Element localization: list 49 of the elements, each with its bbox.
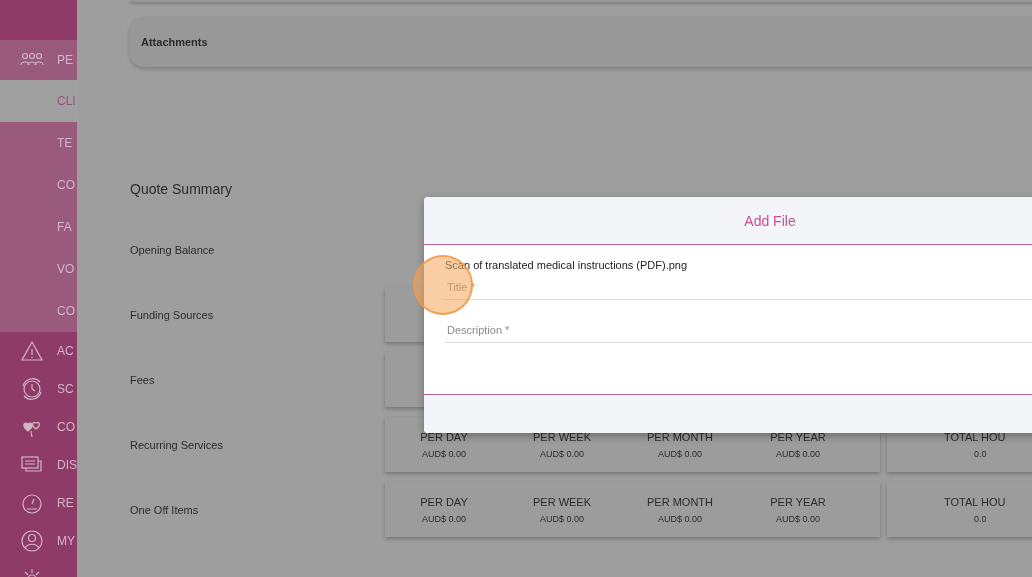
clock-icon [20, 377, 44, 401]
row-label: One Off Items [130, 503, 200, 516]
amount-value: AUD$ 0.00 [540, 448, 584, 459]
sidebar-subitem[interactable]: VO [0, 248, 77, 290]
total-value: 0.0 [973, 448, 987, 459]
sidebar-subitem[interactable]: CO [0, 290, 77, 332]
sidebar-item[interactable]: RE [57, 496, 74, 510]
period-label: PER YEAR [770, 495, 826, 508]
row-label: Funding Sources [130, 308, 215, 321]
sidebar-item[interactable]: PE [57, 53, 73, 67]
section-title: Quote Summary [130, 181, 233, 199]
total-label: TOTAL HOU [944, 495, 1006, 508]
sidebar-item[interactable]: DIS [57, 458, 77, 472]
period-label: PER MONTH [647, 430, 713, 443]
sidebar-item[interactable]: CO [57, 420, 75, 434]
sidebar-item[interactable]: MY [57, 534, 75, 548]
warning-icon [20, 339, 44, 363]
amount-value: AUD$ 0.00 [422, 513, 466, 524]
row-label: Fees [130, 373, 156, 386]
total-value: 0.0 [973, 513, 987, 524]
attachments-panel[interactable]: Attachments [130, 17, 1032, 67]
period-label: PER YEAR [770, 430, 826, 443]
row-label: Recurring Services [130, 438, 224, 451]
total-label: TOTAL HOU [944, 430, 1006, 443]
amount-value: AUD$ 0.00 [540, 513, 584, 524]
amount-value: AUD$ 0.00 [776, 448, 820, 459]
sidebar-subitem[interactable]: FA [0, 206, 77, 248]
period-label: PER WEEK [532, 495, 592, 508]
sidebar-item[interactable]: SC [57, 382, 74, 396]
period-label: PER WEEK [532, 430, 592, 443]
panel-title: Attachments [141, 36, 208, 48]
input-field[interactable]: Description * [445, 314, 1032, 343]
file-name: Scan of translated medical instructions (PDF).png [445, 259, 689, 271]
sidebar-subitem[interactable]: CLI [0, 80, 77, 122]
period-label: PER DAY [420, 430, 468, 443]
amount-value: AUD$ 0.00 [422, 448, 466, 459]
row-label: Opening Balance [130, 243, 216, 256]
gauge-icon [20, 491, 44, 515]
sidebar-subitem[interactable]: TE [0, 122, 77, 164]
amount-value: AUD$ 0.00 [658, 448, 702, 459]
click-highlight [413, 255, 473, 315]
user-icon [20, 529, 44, 553]
period-label: PER MONTH [647, 495, 713, 508]
sidebar-item[interactable]: AC [57, 344, 74, 358]
dialog-title: Add File [744, 212, 796, 229]
amount-value: AUD$ 0.00 [776, 513, 820, 524]
period-label: PER DAY [420, 495, 468, 508]
sidebar-subitem[interactable]: CO [0, 164, 77, 206]
amount-value: AUD$ 0.00 [658, 513, 702, 524]
